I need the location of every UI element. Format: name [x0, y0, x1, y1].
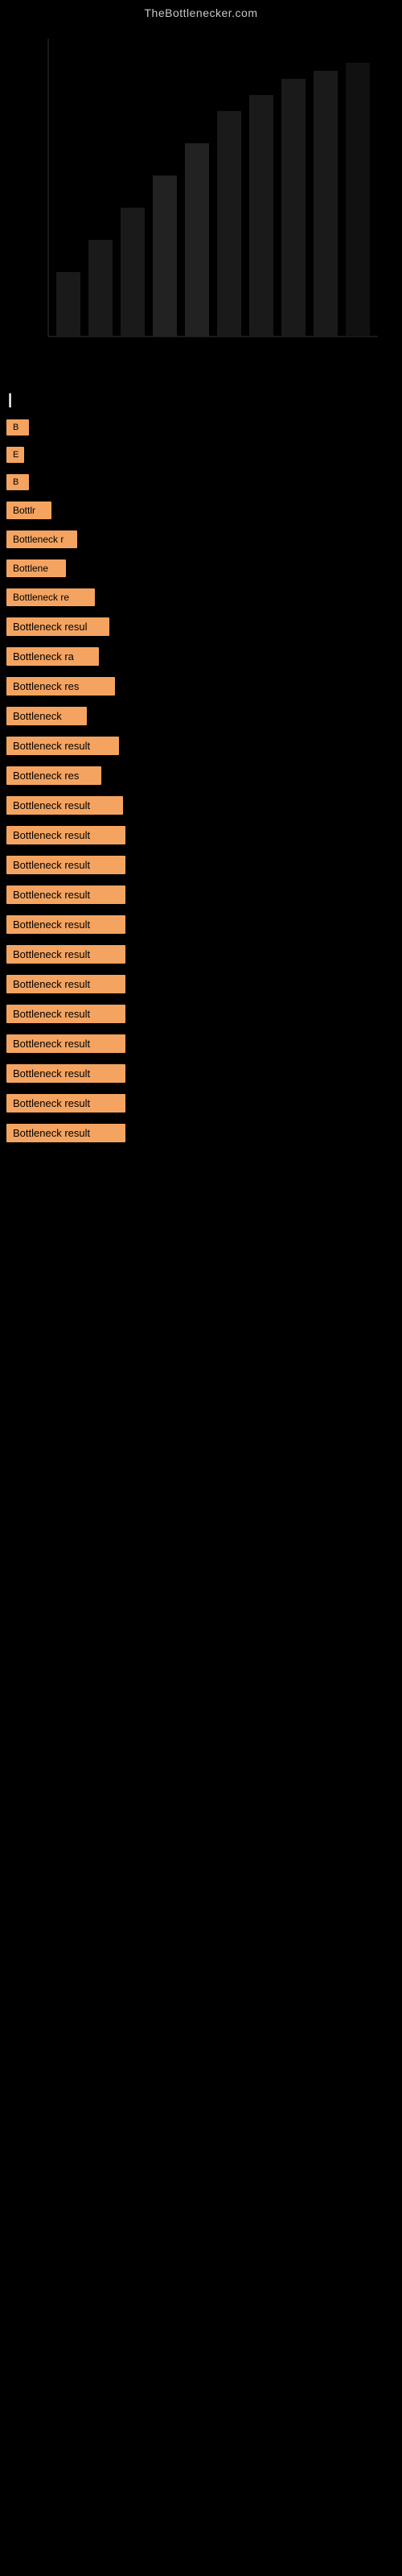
- bottleneck-result-badge[interactable]: B: [6, 474, 29, 490]
- site-title: TheBottlenecker.com: [0, 0, 402, 23]
- result-row: Bottleneck result: [0, 970, 402, 998]
- result-row: Bottleneck result: [0, 881, 402, 909]
- bottleneck-result-badge[interactable]: Bottleneck result: [6, 1034, 125, 1053]
- result-row: B: [0, 415, 402, 440]
- bottleneck-result-badge[interactable]: Bottleneck: [6, 707, 87, 725]
- result-row: Bottleneck result: [0, 940, 402, 968]
- bottleneck-result-badge[interactable]: Bottleneck res: [6, 766, 101, 785]
- bottleneck-result-badge[interactable]: Bottleneck result: [6, 975, 125, 993]
- bottleneck-result-badge[interactable]: Bottleneck result: [6, 856, 125, 874]
- result-row: Bottleneck result: [0, 821, 402, 849]
- bottleneck-result-badge[interactable]: E: [6, 447, 24, 463]
- bottleneck-result-badge[interactable]: Bottleneck result: [6, 886, 125, 904]
- bottleneck-result-badge[interactable]: Bottleneck resul: [6, 617, 109, 636]
- bottleneck-result-badge[interactable]: B: [6, 419, 29, 436]
- result-row: Bottleneck result: [0, 1089, 402, 1117]
- result-row: E: [0, 442, 402, 468]
- chart-area: [16, 31, 386, 369]
- result-row: Bottlr: [0, 497, 402, 524]
- result-row: Bottleneck res: [0, 672, 402, 700]
- bottleneck-result-badge[interactable]: Bottleneck result: [6, 796, 123, 815]
- bottleneck-result-badge[interactable]: Bottlene: [6, 559, 66, 577]
- bottleneck-result-badge[interactable]: Bottleneck result: [6, 915, 125, 934]
- bottleneck-result-badge[interactable]: Bottleneck result: [6, 737, 119, 755]
- result-row: Bottleneck r: [0, 526, 402, 553]
- result-row: Bottleneck: [0, 702, 402, 730]
- bottleneck-result-badge[interactable]: Bottleneck re: [6, 588, 95, 606]
- result-row: Bottleneck result: [0, 791, 402, 819]
- bottleneck-result-badge[interactable]: Bottleneck r: [6, 530, 77, 548]
- result-row: Bottleneck ra: [0, 642, 402, 671]
- result-row: Bottleneck resul: [0, 613, 402, 641]
- results-section: | BEB Bottlr Bottleneck r Bottlene Bottlenec…: [0, 377, 402, 1147]
- bottleneck-result-badge[interactable]: Bottleneck res: [6, 677, 115, 696]
- result-row: Bottleneck res: [0, 762, 402, 790]
- bottleneck-result-badge[interactable]: Bottleneck result: [6, 1005, 125, 1023]
- bottleneck-result-badge[interactable]: Bottleneck result: [6, 945, 125, 964]
- result-row: Bottleneck result: [0, 1000, 402, 1028]
- bottleneck-result-badge[interactable]: Bottleneck result: [6, 1124, 125, 1142]
- result-row: Bottlene: [0, 555, 402, 582]
- result-row: Bottleneck result: [0, 1030, 402, 1058]
- bottleneck-result-badge[interactable]: Bottleneck result: [6, 1094, 125, 1113]
- bottleneck-result-badge[interactable]: Bottleneck result: [6, 826, 125, 844]
- bottleneck-result-badge[interactable]: Bottleneck ra: [6, 647, 99, 666]
- result-row: Bottleneck result: [0, 910, 402, 939]
- result-row: B: [0, 469, 402, 495]
- bottleneck-result-badge[interactable]: Bottleneck result: [6, 1064, 125, 1083]
- result-row: Bottleneck result: [0, 851, 402, 879]
- section-label: |: [0, 385, 402, 415]
- result-row: Bottleneck result: [0, 1119, 402, 1147]
- bottleneck-result-badge[interactable]: Bottlr: [6, 502, 51, 519]
- result-row: Bottleneck re: [0, 584, 402, 611]
- result-row: Bottleneck result: [0, 732, 402, 760]
- result-row: Bottleneck result: [0, 1059, 402, 1088]
